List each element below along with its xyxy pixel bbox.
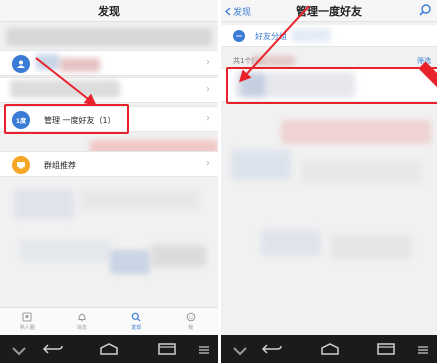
chevron-right-icon: › xyxy=(206,84,210,95)
circle-icon xyxy=(22,312,32,322)
blurred-block xyxy=(251,56,295,66)
page-title: 管理一度好友 xyxy=(296,5,362,18)
blurred-block xyxy=(10,80,120,98)
me-icon xyxy=(186,312,196,322)
home-icon[interactable] xyxy=(319,343,341,355)
blurred-block xyxy=(150,245,206,267)
collapse-icon[interactable] xyxy=(229,345,251,357)
bottom-tab-bar: 熟人圈 消息 发现 我 xyxy=(0,307,218,335)
page-title: 发现 xyxy=(98,5,120,18)
bell-icon xyxy=(78,313,86,322)
blurred-block xyxy=(36,54,60,70)
discover-screen: 发现 › › 1度 管理 一度好友（1） › 群组推荐 › 熟人圈 消息 发现 … xyxy=(0,0,218,363)
blurred-block xyxy=(291,28,331,42)
tab-discover[interactable]: 发现 xyxy=(109,308,164,335)
blurred-block xyxy=(20,240,110,262)
collapse-icon[interactable] xyxy=(8,345,30,357)
highlight-box xyxy=(4,104,129,134)
tab-me[interactable]: 我 xyxy=(164,308,219,335)
back-icon[interactable] xyxy=(261,343,283,355)
blurred-block xyxy=(231,150,291,180)
recent-apps-icon[interactable] xyxy=(375,343,397,355)
chevron-right-icon: › xyxy=(206,158,210,169)
contacts-icon xyxy=(12,55,30,73)
menu-icon[interactable] xyxy=(417,344,429,356)
manage-friends-screen: 发现 管理一度好友 好友分组 （1） 共1个好友 筛选 xyxy=(221,0,437,363)
manage-friends-header: 发现 管理一度好友 xyxy=(221,0,437,22)
blurred-block xyxy=(14,190,74,218)
tab-label: 熟人圈 xyxy=(19,325,35,331)
blurred-block xyxy=(261,230,321,256)
tab-label: 发现 xyxy=(131,325,142,331)
discover-item-label: 群组推荐 xyxy=(44,161,76,170)
tab-label: 我 xyxy=(188,325,194,331)
android-nav-bar xyxy=(0,335,218,363)
discover-icon xyxy=(131,312,141,322)
blurred-block xyxy=(110,250,150,274)
blurred-block xyxy=(301,160,421,184)
tab-messages[interactable]: 消息 xyxy=(55,308,110,335)
blurred-block xyxy=(331,235,411,259)
blurred-block xyxy=(281,120,431,144)
back-icon[interactable] xyxy=(42,343,64,355)
tab-label: 消息 xyxy=(76,325,87,331)
discover-header: 发现 xyxy=(0,0,218,22)
highlight-box xyxy=(226,67,437,104)
search-icon[interactable] xyxy=(418,3,432,17)
group-recommend-icon xyxy=(12,156,30,174)
discover-item-group-recommend[interactable]: 群组推荐 › xyxy=(0,151,218,177)
chevron-right-icon: › xyxy=(206,113,210,124)
tab-circle[interactable]: 熟人圈 xyxy=(0,308,55,335)
home-icon[interactable] xyxy=(98,343,120,355)
android-nav-bar xyxy=(221,335,437,363)
blurred-block xyxy=(80,190,200,210)
menu-icon[interactable] xyxy=(198,344,210,356)
recent-apps-icon[interactable] xyxy=(156,343,178,355)
blurred-block xyxy=(60,58,100,72)
chevron-right-icon: › xyxy=(206,57,210,68)
discover-item-contacts[interactable]: › xyxy=(0,50,218,76)
blurred-block xyxy=(6,28,212,46)
group-icon xyxy=(233,30,245,42)
